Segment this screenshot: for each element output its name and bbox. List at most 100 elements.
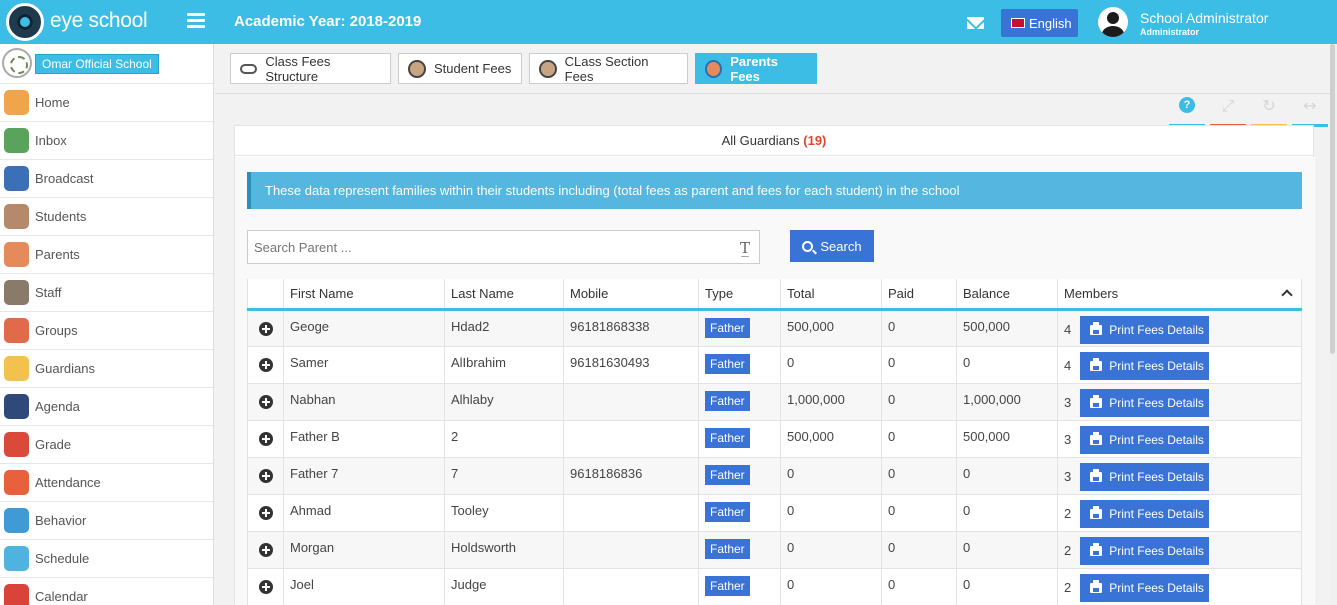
brand-name: eye school — [50, 9, 148, 32]
guardian-count: (19) — [803, 133, 827, 148]
search-input[interactable] — [248, 231, 718, 263]
tab-class-section-fees[interactable]: CLass Section Fees — [529, 53, 688, 84]
tab-student-fees[interactable]: Student Fees — [398, 53, 522, 84]
panel-title: All Guardians (19) — [235, 126, 1313, 156]
first-name-cell: Ahmad — [283, 494, 445, 532]
user-name[interactable]: School Administrator — [1140, 10, 1268, 26]
sidebar-item-agenda[interactable]: Agenda — [0, 388, 213, 426]
sidebar-item-groups[interactable]: Groups — [0, 312, 213, 350]
balance-cell: 500,000 — [956, 420, 1058, 458]
schedule-icon — [4, 546, 29, 571]
sidebar-item-label: Calendar — [35, 589, 88, 604]
section-fees-icon — [539, 59, 557, 78]
table-row: Ahmad Tooley Father 0 0 0 2 Print Fees Details — [247, 494, 1302, 532]
panel-title-text: All Guardians — [721, 133, 800, 148]
first-name-cell: Nabhan — [283, 383, 445, 421]
home-icon — [4, 90, 29, 115]
print-fees-details-button[interactable]: Print Fees Details — [1080, 351, 1210, 380]
print-fees-details-button[interactable]: Print Fees Details — [1080, 499, 1210, 528]
table-row: Father B 2 Father 500,000 0 500,000 3 Print Fee… — [247, 420, 1302, 458]
sidebar-item-calendar[interactable]: Calendar — [0, 578, 213, 605]
inbox-icon — [4, 128, 29, 153]
column-header-first-name[interactable]: First Name — [283, 279, 445, 311]
tab-label: Class Fees Structure — [265, 53, 331, 84]
fees-tabs: Class Fees Structure Student Fees CLass … — [215, 44, 1337, 94]
expand-row-icon[interactable] — [258, 505, 273, 520]
printer-icon — [1090, 321, 1103, 335]
language-label: English — [1029, 15, 1072, 31]
sidebar-item-schedule[interactable]: Schedule — [0, 540, 213, 578]
scrollbar-thumb[interactable] — [1330, 44, 1335, 354]
type-badge: Father — [705, 427, 750, 448]
sort-up-icon[interactable] — [1281, 289, 1293, 301]
sidebar-item-label: Groups — [35, 323, 78, 338]
sidebar-item-label: Inbox — [35, 133, 67, 148]
sidebar-item-staff[interactable]: Staff — [0, 274, 213, 312]
expand-row-icon[interactable] — [258, 468, 273, 483]
tab-class-fees-structure[interactable]: Class Fees Structure — [230, 53, 391, 84]
expand-row-icon[interactable] — [258, 357, 273, 372]
refresh-icon[interactable]: ↻ — [1251, 97, 1287, 127]
column-header-type[interactable]: Type — [698, 279, 781, 311]
sidebar-item-students[interactable]: Students — [0, 198, 213, 236]
members-cell: 3 Print Fees Details — [1057, 420, 1302, 458]
sidebar-menu: Home Inbox Broadcast Students Parents Staff Gr… — [0, 84, 213, 605]
type-badge: Father — [705, 501, 750, 522]
column-header-members[interactable]: Members — [1057, 279, 1302, 311]
staff-icon — [4, 280, 29, 305]
sidebar-item-parents[interactable]: Parents — [0, 236, 213, 274]
school-name[interactable]: Omar Official School — [35, 54, 159, 74]
table-row: Father 7 7 9618186836 Father 0 0 0 3 Print Fees … — [247, 457, 1302, 495]
column-header-last-name[interactable]: Last Name — [444, 279, 564, 311]
search-button[interactable]: Search — [790, 230, 874, 262]
help-icon[interactable]: ? — [1169, 97, 1205, 127]
type-cell: Father — [698, 568, 781, 605]
last-name-cell: Tooley — [444, 494, 564, 532]
last-name-cell: Holdsworth — [444, 531, 564, 569]
sidebar-item-attendance[interactable]: Attendance — [0, 464, 213, 502]
printer-icon — [1090, 579, 1103, 593]
print-fees-details-button[interactable]: Print Fees Details — [1080, 388, 1210, 417]
guardians-table: First Name Last Name Mobile Type Total P… — [247, 279, 1302, 605]
printer-icon — [1090, 468, 1103, 482]
print-fees-details-button[interactable]: Print Fees Details — [1080, 425, 1210, 454]
first-name-cell: Father 7 — [283, 457, 445, 495]
column-header-total[interactable]: Total — [780, 279, 882, 311]
tab-parents-fees[interactable]: Parents Fees — [695, 53, 817, 84]
fullscreen-icon[interactable]: ⤢ — [1210, 97, 1246, 127]
column-header-paid[interactable]: Paid — [881, 279, 957, 311]
guardians-icon — [4, 356, 29, 381]
mail-icon[interactable] — [967, 17, 984, 29]
expand-row-icon[interactable] — [258, 431, 273, 446]
sidebar-item-inbox[interactable]: Inbox — [0, 122, 213, 160]
print-button-label: Print Fees Details — [1109, 322, 1204, 337]
page-scrollbar[interactable] — [1330, 44, 1337, 605]
sidebar-item-grade[interactable]: Grade — [0, 426, 213, 464]
user-avatar[interactable] — [1098, 7, 1128, 37]
print-fees-details-button[interactable]: Print Fees Details — [1080, 573, 1210, 602]
expand-cell — [247, 568, 284, 605]
column-header-mobile[interactable]: Mobile — [563, 279, 699, 311]
print-fees-details-button[interactable]: Print Fees Details — [1080, 462, 1210, 491]
print-fees-details-button[interactable]: Print Fees Details — [1080, 536, 1210, 565]
sidebar-item-home[interactable]: Home — [0, 84, 213, 122]
expand-row-icon[interactable] — [258, 321, 273, 336]
expand-row-icon[interactable] — [258, 394, 273, 409]
menu-toggle-icon[interactable] — [187, 13, 205, 29]
groups-icon — [4, 318, 29, 343]
print-fees-details-button[interactable]: Print Fees Details — [1080, 315, 1210, 344]
expand-row-icon[interactable] — [258, 579, 273, 594]
print-button-label: Print Fees Details — [1109, 506, 1204, 521]
sidebar-item-broadcast[interactable]: Broadcast — [0, 160, 213, 198]
type-cell: Father — [698, 494, 781, 532]
column-header-balance[interactable]: Balance — [956, 279, 1058, 311]
sidebar-item-behavior[interactable]: Behavior — [0, 502, 213, 540]
members-cell: 2 Print Fees Details — [1057, 531, 1302, 569]
expand-row-icon[interactable] — [258, 542, 273, 557]
eye-school-logo[interactable] — [6, 3, 44, 41]
first-name-cell: Morgan — [283, 531, 445, 569]
collapse-icon[interactable]: ↔ — [1292, 97, 1328, 127]
members-count: 3 — [1064, 432, 1072, 447]
language-button[interactable]: English — [1001, 9, 1078, 37]
sidebar-item-guardians[interactable]: Guardians — [0, 350, 213, 388]
